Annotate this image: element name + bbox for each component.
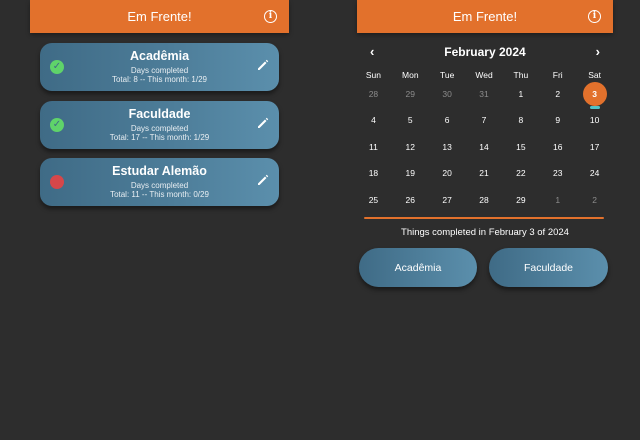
calendar-day[interactable]: 1: [502, 85, 539, 103]
calendar-day[interactable]: 29: [502, 191, 539, 209]
calendar-week: 28 29 30 31 1 2 3: [355, 82, 613, 109]
calendar-day[interactable]: 4: [355, 111, 392, 129]
habit-name: Acadêmia: [129, 49, 190, 63]
calendar-day[interactable]: 27: [429, 191, 466, 209]
calendar-week: 18 19 20 21 22 23 24: [355, 164, 613, 182]
calendar-day-selected[interactable]: 3: [576, 82, 613, 109]
calendar-day[interactable]: 22: [502, 164, 539, 182]
incomplete-circle-icon: •: [50, 175, 64, 189]
calendar-day-outside[interactable]: 31: [466, 85, 503, 103]
things-completed-label: Things completed in February 3 of 2024: [401, 227, 569, 238]
calendar-day-outside[interactable]: 1: [539, 191, 576, 209]
calendar-day[interactable]: 25: [355, 191, 392, 209]
weekday-label: Wed: [475, 70, 493, 80]
app-title: Em Frente!: [452, 9, 518, 24]
info-icon[interactable]: i: [264, 10, 277, 23]
calendar-day[interactable]: 21: [466, 164, 503, 182]
calendar-week: 11 12 13 14 15 16 17: [355, 138, 613, 156]
habit-days-label: Days completed: [130, 66, 189, 75]
calendar-day[interactable]: 5: [392, 111, 429, 129]
weekday-label: Tue: [439, 70, 455, 80]
completed-habit-chip[interactable]: Acadêmia: [359, 248, 477, 287]
habit-name: Faculdade: [128, 107, 191, 121]
habit-days-label: Days completed: [130, 124, 189, 133]
calendar-day-outside[interactable]: 30: [429, 85, 466, 103]
calendar-day-outside[interactable]: 28: [355, 85, 392, 103]
calendar-day[interactable]: 6: [429, 111, 466, 129]
calendar-day[interactable]: 20: [429, 164, 466, 182]
calendar-week: 25 26 27 28 29 1 2: [355, 191, 613, 209]
calendar-day[interactable]: 2: [539, 85, 576, 103]
calendar-day[interactable]: 28: [466, 191, 503, 209]
calendar-day[interactable]: 26: [392, 191, 429, 209]
habit-totals: Total: 17 -- This month: 1/29: [109, 133, 210, 142]
habit-card[interactable]: • Estudar Alemão Days completed Total: 1…: [40, 158, 279, 206]
edit-pencil-icon[interactable]: [256, 58, 270, 72]
calendar-day[interactable]: 24: [576, 164, 613, 182]
calendar-day[interactable]: 10: [576, 111, 613, 129]
calendar-month-title: February 2024: [444, 45, 526, 59]
calendar-day[interactable]: 23: [539, 164, 576, 182]
habit-name: Estudar Alemão: [112, 164, 207, 178]
check-circle-icon: ✓: [50, 118, 64, 132]
weekday-label: Sun: [365, 70, 381, 80]
calendar-divider: [364, 217, 604, 219]
weekday-label: Thu: [513, 70, 529, 80]
calendar-day[interactable]: 15: [502, 138, 539, 156]
edit-pencil-icon[interactable]: [256, 116, 270, 130]
event-marker: [589, 106, 600, 109]
habit-totals: Total: 11 -- This month: 0/29: [110, 190, 209, 199]
calendar-day[interactable]: 16: [539, 138, 576, 156]
calendar-day-outside[interactable]: 29: [392, 85, 429, 103]
calendar-header: ‹ February 2024 ›: [357, 44, 613, 60]
calendar-day[interactable]: 11: [355, 138, 392, 156]
calendar-day[interactable]: 17: [576, 138, 613, 156]
check-circle-icon: ✓: [50, 60, 64, 74]
calendar-day[interactable]: 19: [392, 164, 429, 182]
habit-totals: Total: 8 -- This month: 1/29: [111, 75, 207, 84]
habit-days-label: Days completed: [130, 181, 189, 190]
right-app-bar: Em Frente! i: [357, 0, 613, 33]
calendar-day[interactable]: 13: [429, 138, 466, 156]
selected-day-number: 3: [592, 89, 597, 99]
calendar-day[interactable]: 18: [355, 164, 392, 182]
app-title: Em Frente!: [127, 9, 192, 24]
calendar-day-outside[interactable]: 2: [576, 191, 613, 209]
info-icon[interactable]: i: [588, 10, 601, 23]
weekday-label: Mon: [402, 70, 419, 80]
completed-habit-chip[interactable]: Faculdade: [489, 248, 608, 287]
calendar-day[interactable]: 9: [539, 111, 576, 129]
edit-pencil-icon[interactable]: [256, 173, 270, 187]
calendar-day[interactable]: 8: [502, 111, 539, 129]
left-app-bar: Em Frente! i: [30, 0, 289, 33]
weekday-label: Sat: [588, 70, 601, 80]
habit-card[interactable]: ✓ Faculdade Days completed Total: 17 -- …: [40, 101, 279, 149]
calendar-day[interactable]: 7: [466, 111, 503, 129]
habit-card[interactable]: ✓ Acadêmia Days completed Total: 8 -- Th…: [40, 43, 279, 91]
calendar-weekdays: Sun Mon Tue Wed Thu Fri Sat: [355, 70, 613, 80]
chevron-right-icon[interactable]: ›: [596, 44, 600, 59]
calendar-day[interactable]: 12: [392, 138, 429, 156]
weekday-label: Fri: [552, 70, 563, 80]
calendar-day[interactable]: 14: [466, 138, 503, 156]
calendar-week: 4 5 6 7 8 9 10: [355, 111, 613, 129]
